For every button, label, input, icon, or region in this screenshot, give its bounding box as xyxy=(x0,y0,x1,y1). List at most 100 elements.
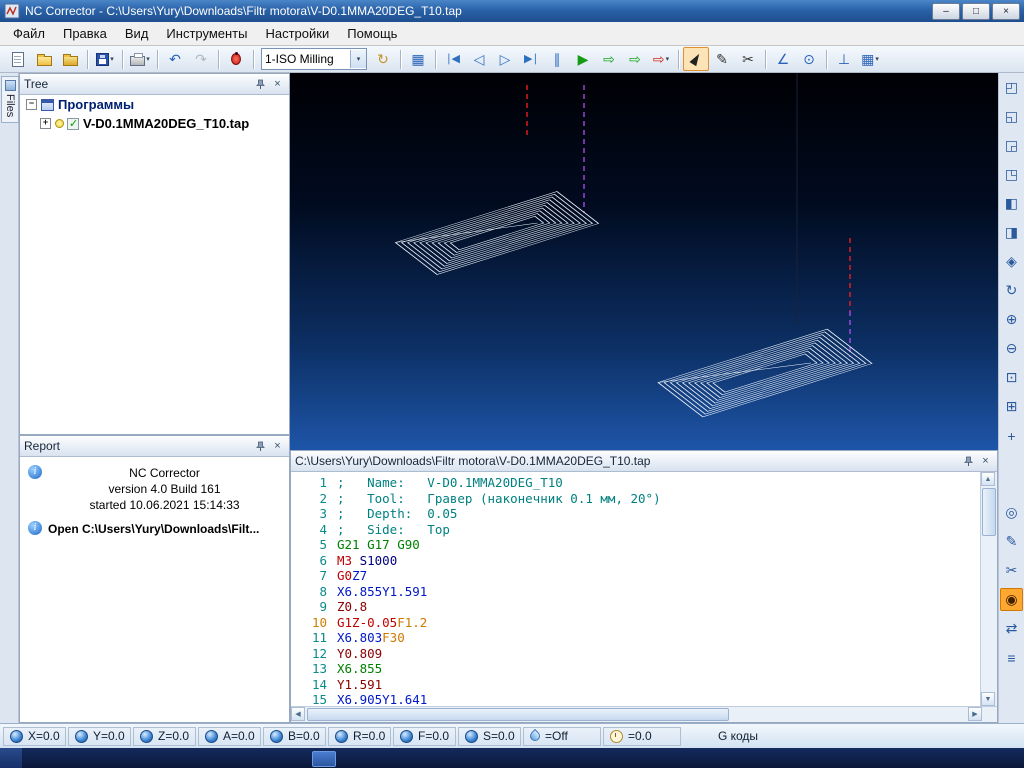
view-top-button[interactable]: ◰ xyxy=(1000,76,1023,99)
measure-angle-button[interactable]: ∠ xyxy=(770,47,796,71)
gcode-editor[interactable]: 1; Name: V-D0.1MMA20DEG_T102; Tool: Грав… xyxy=(291,472,980,706)
tree-expander-icon[interactable]: + xyxy=(40,118,51,129)
view-left-button[interactable]: ◲ xyxy=(1000,134,1023,157)
step-forward-button[interactable]: ▷ xyxy=(492,47,518,71)
maximize-button[interactable]: □ xyxy=(962,3,990,20)
print-button[interactable]: ▾ xyxy=(127,47,153,71)
edit-pencil-button[interactable]: ✎ xyxy=(709,47,735,71)
pause-button[interactable]: ∥ xyxy=(544,47,570,71)
scrollbar-track[interactable] xyxy=(981,486,997,692)
tree-item-label: V-D0.1MMA20DEG_T10.tap xyxy=(83,116,249,131)
edit-code-button[interactable]: ✎ xyxy=(1000,530,1023,553)
run-next-icon: ⇨ xyxy=(629,52,641,66)
menu-item-6[interactable]: Помощь xyxy=(338,23,406,44)
menu-item-4[interactable]: Инструменты xyxy=(157,23,256,44)
stop-run-button[interactable]: ⇨▾ xyxy=(648,47,674,71)
menu-item-1[interactable]: Файл xyxy=(4,23,54,44)
view-iso-button[interactable]: ◈ xyxy=(1000,250,1023,273)
find-code-button[interactable]: ◎ xyxy=(1000,501,1023,524)
go-last-icon: ▶∣ xyxy=(524,54,538,65)
view-bottom-button[interactable]: ◱ xyxy=(1000,105,1023,128)
viewport-3d[interactable] xyxy=(290,73,998,450)
table-view-button[interactable]: ▦▾ xyxy=(857,47,883,71)
scrollbar-thumb[interactable] xyxy=(982,488,996,536)
trace-code-button[interactable]: ◉ xyxy=(1000,588,1023,611)
minimize-button[interactable]: – xyxy=(932,3,960,20)
tree-item-1[interactable]: −Программы xyxy=(20,95,289,114)
close-panel-button[interactable]: × xyxy=(978,454,993,468)
chevron-down-icon[interactable]: ▾ xyxy=(110,55,114,63)
toolbar-separator xyxy=(678,50,679,69)
menu-item-5[interactable]: Настройки xyxy=(256,23,338,44)
go-first-button[interactable]: ∣◀ xyxy=(440,47,466,71)
chevron-down-icon[interactable]: ▾ xyxy=(146,55,150,63)
menu-item-3[interactable]: Вид xyxy=(116,23,158,44)
tree-expander-icon[interactable]: − xyxy=(26,99,37,110)
scrollbar-track[interactable] xyxy=(305,707,968,722)
chevron-down-icon[interactable]: ▾ xyxy=(666,55,670,63)
refresh-button[interactable]: ↻ xyxy=(370,47,396,71)
cut-code-button[interactable]: ✂ xyxy=(1000,559,1023,582)
save-button[interactable]: ▾ xyxy=(92,47,118,71)
zoom-out-button[interactable]: ⊖ xyxy=(1000,337,1023,360)
step-back-button[interactable]: ◁ xyxy=(466,47,492,71)
axis-origin-button[interactable]: ⊥ xyxy=(831,47,857,71)
new-file-button[interactable] xyxy=(5,47,31,71)
line-number: 6 xyxy=(297,553,327,569)
view-right-icon: ◳ xyxy=(1005,166,1018,183)
status-segment-10: =0.0 xyxy=(603,727,681,746)
start-button[interactable] xyxy=(0,748,22,768)
close-panel-button[interactable]: × xyxy=(270,439,285,453)
code-line: 5G21 G17 G90 xyxy=(297,537,980,553)
view-front-button[interactable]: ◧ xyxy=(1000,192,1023,215)
zoom-window-button[interactable]: ⊡ xyxy=(1000,366,1023,389)
open-file-button[interactable] xyxy=(31,47,57,71)
add-file-button[interactable] xyxy=(57,47,83,71)
run-to-cursor-button[interactable]: ⇨ xyxy=(596,47,622,71)
simulation-grid-button[interactable]: ▦ xyxy=(405,47,431,71)
window-title: NC Corrector - C:\Users\Yury\Downloads\F… xyxy=(25,4,930,18)
view-right-button[interactable]: ◳ xyxy=(1000,163,1023,186)
status-segment-11: G коды xyxy=(683,727,793,746)
zoom-in-button[interactable]: ⊕ xyxy=(1000,308,1023,331)
view-left-icon: ◲ xyxy=(1005,137,1018,154)
renumber-button[interactable]: ≡ xyxy=(1000,646,1023,669)
run-button[interactable]: ▶ xyxy=(570,47,596,71)
view-back-button[interactable]: ◨ xyxy=(1000,221,1023,244)
run-next-button[interactable]: ⇨ xyxy=(622,47,648,71)
pin-icon[interactable] xyxy=(253,77,268,91)
scroll-up-icon[interactable]: ▲ xyxy=(981,472,995,486)
close-panel-button[interactable]: × xyxy=(270,77,285,91)
chevron-down-icon[interactable]: ▾ xyxy=(875,55,879,63)
close-button[interactable]: × xyxy=(992,3,1020,20)
status-label: X=0.0 xyxy=(28,729,60,743)
undo-button[interactable]: ↶ xyxy=(162,47,188,71)
toolbar-separator xyxy=(122,50,123,69)
rotate-view-button[interactable]: ↻ xyxy=(1000,279,1023,302)
debug-bug-button[interactable] xyxy=(223,47,249,71)
select-cursor-button[interactable] xyxy=(683,47,709,71)
settings-button[interactable]: ⊙ xyxy=(796,47,822,71)
files-tab[interactable]: Files xyxy=(1,76,19,123)
cut-tool-button[interactable]: ✂ xyxy=(735,47,761,71)
status-label: R=0.0 xyxy=(353,729,385,743)
redo-button[interactable]: ↷ xyxy=(188,47,214,71)
scrollbar-thumb[interactable] xyxy=(307,708,729,721)
menu-item-2[interactable]: Правка xyxy=(54,23,116,44)
scroll-right-icon[interactable]: ▶ xyxy=(968,707,982,721)
vertical-scrollbar[interactable]: ▲ ▼ xyxy=(980,472,997,706)
tree-item-2[interactable]: + V-D0.1MMA20DEG_T10.tap xyxy=(20,114,289,133)
horizontal-scrollbar[interactable]: ◀ ▶ xyxy=(291,706,997,722)
pin-icon[interactable] xyxy=(253,439,268,453)
zoom-fit-button[interactable]: ⊞ xyxy=(1000,395,1023,418)
scroll-down-icon[interactable]: ▼ xyxy=(981,692,995,706)
swap-axes-button[interactable]: ⇄ xyxy=(1000,617,1023,640)
code-token: Y0.809 xyxy=(337,646,382,662)
pan-view-button[interactable]: + xyxy=(1000,424,1023,447)
mode-combobox[interactable]: 1-ISO Milling ▾ xyxy=(261,48,367,70)
chevron-down-icon[interactable]: ▾ xyxy=(350,50,366,68)
scroll-left-icon[interactable]: ◀ xyxy=(291,707,305,721)
go-last-button[interactable]: ▶∣ xyxy=(518,47,544,71)
pin-icon[interactable] xyxy=(961,454,976,468)
taskbar-button[interactable] xyxy=(312,751,336,767)
